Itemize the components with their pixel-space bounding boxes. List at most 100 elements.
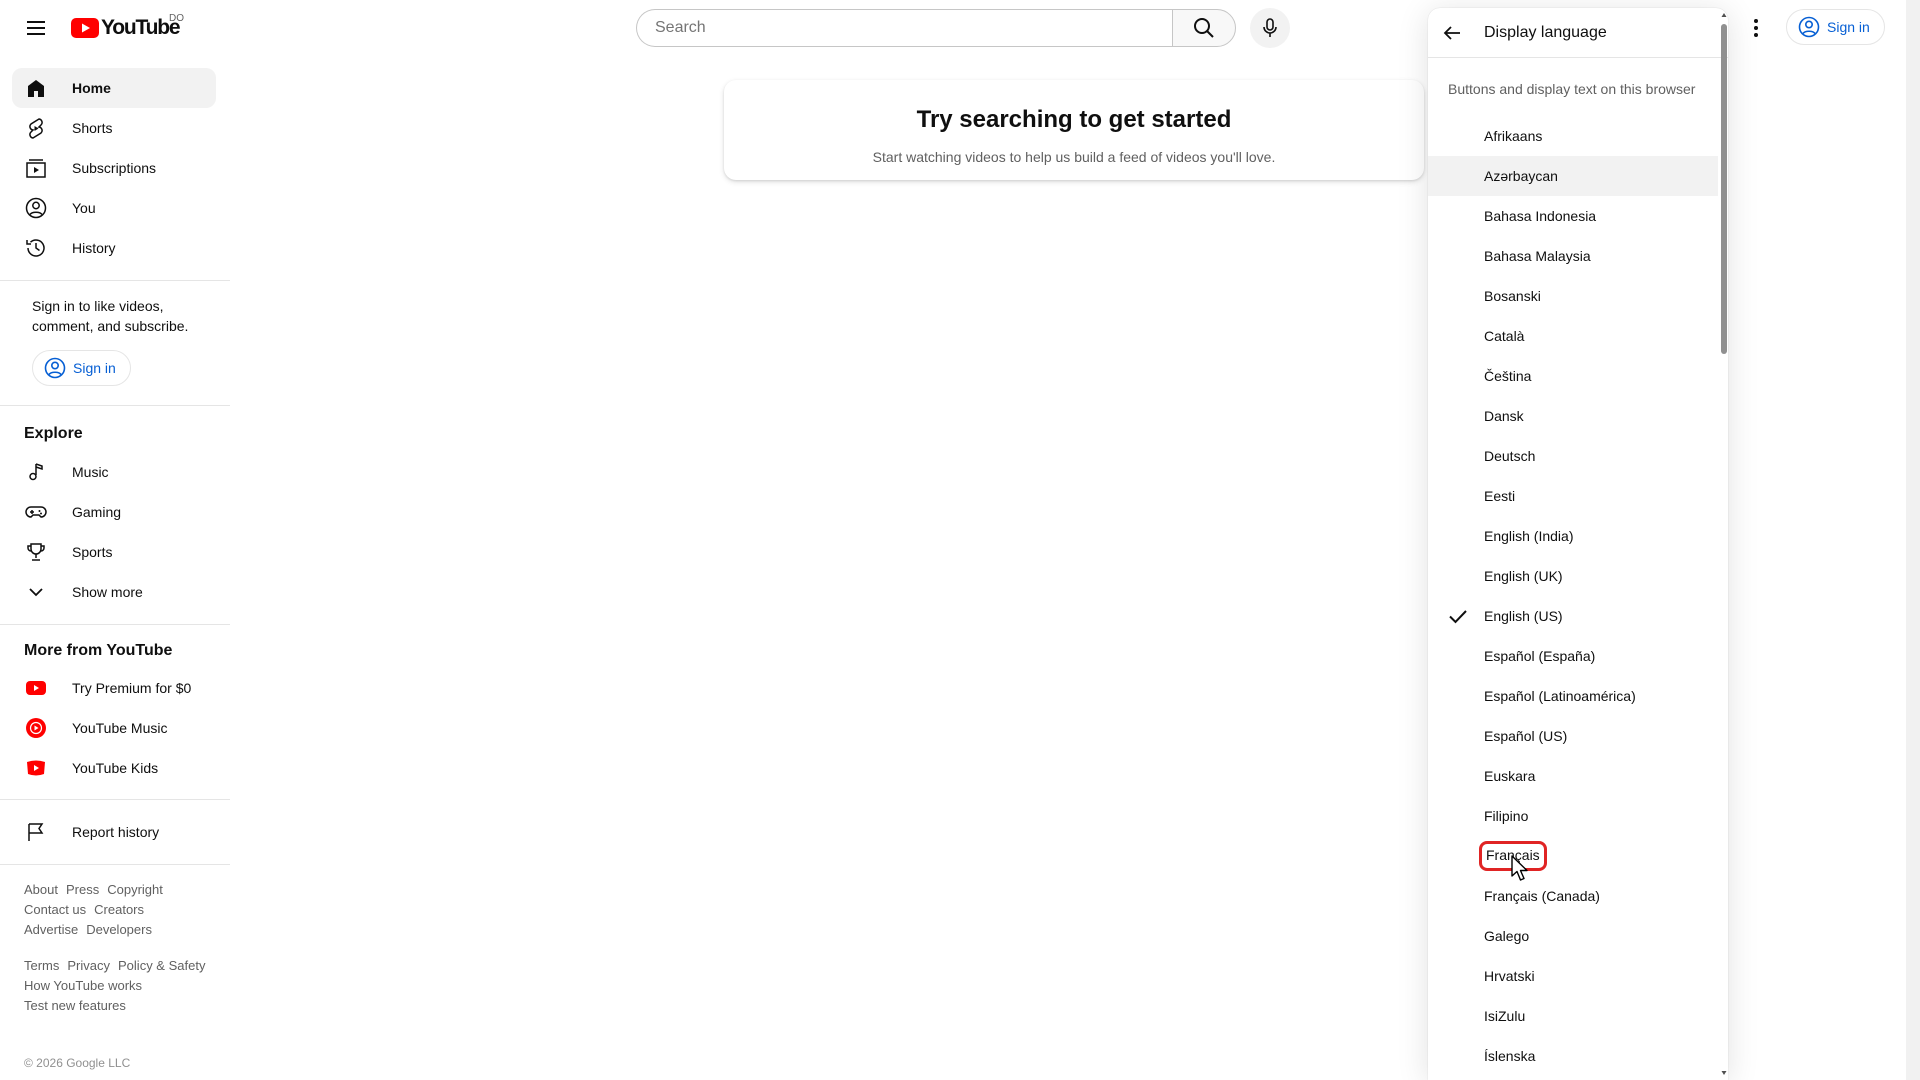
- footer-links-primary: About Press Copyright Contact us Creators Adv…: [24, 880, 214, 940]
- footer-link-policy-safety[interactable]: Policy & Safety: [118, 956, 205, 976]
- language-option[interactable]: Bosanski: [1428, 276, 1718, 316]
- search-button[interactable]: [1172, 9, 1236, 47]
- guide-item-premium[interactable]: Try Premium for $0: [12, 668, 216, 708]
- voice-search-button[interactable]: [1250, 8, 1290, 48]
- home-icon: [24, 76, 48, 100]
- sign-in-button[interactable]: Sign in: [1786, 9, 1885, 45]
- language-option[interactable]: Español (Latinoamérica): [1428, 676, 1718, 716]
- guide-item-label: History: [72, 240, 116, 256]
- search-input[interactable]: [653, 18, 1156, 38]
- guide-item-label: Sports: [72, 544, 113, 560]
- language-option[interactable]: Filipino: [1428, 796, 1718, 836]
- guide-item-label: Try Premium for $0: [72, 680, 192, 696]
- guide-item-label: Report history: [72, 824, 160, 840]
- language-option[interactable]: Deutsch: [1428, 436, 1718, 476]
- footer-link-privacy[interactable]: Privacy: [67, 956, 110, 976]
- guide-item-youtube-music[interactable]: YouTube Music: [12, 708, 216, 748]
- language-option[interactable]: Afrikaans: [1428, 116, 1718, 156]
- footer-link-developers[interactable]: Developers: [86, 920, 152, 940]
- gaming-icon: [24, 500, 48, 524]
- footer-link-test-new-features[interactable]: Test new features: [24, 996, 126, 1016]
- language-option[interactable]: Eesti: [1428, 476, 1718, 516]
- guide-item-you[interactable]: You: [12, 188, 216, 228]
- guide-sidebar: Home Shorts Subscriptions You History Si…: [0, 56, 230, 1080]
- footer-link-terms[interactable]: Terms: [24, 956, 59, 976]
- language-option[interactable]: Français: [1428, 836, 1718, 876]
- language-option-label: Íslenska: [1484, 1048, 1536, 1064]
- language-option[interactable]: Bahasa Indonesia: [1428, 196, 1718, 236]
- display-language-menu: Display language Buttons and display tex…: [1428, 8, 1728, 1080]
- language-option[interactable]: Galego: [1428, 916, 1718, 956]
- copyright-text: © 2026 Google LLC: [24, 1056, 131, 1070]
- language-option[interactable]: Català: [1428, 316, 1718, 356]
- youtube-play-icon: [71, 18, 99, 38]
- language-option-label: Deutsch: [1484, 448, 1536, 464]
- sign-in-label: Sign in: [1827, 19, 1870, 35]
- language-option[interactable]: Čeština: [1428, 356, 1718, 396]
- language-option-label: IsiZulu: [1484, 1008, 1526, 1024]
- language-option-label: Bahasa Indonesia: [1484, 208, 1597, 224]
- footer-link-about[interactable]: About: [24, 880, 58, 900]
- guide-item-report-history[interactable]: Report history: [12, 812, 216, 852]
- guide-item-home[interactable]: Home: [12, 68, 216, 108]
- language-option-label: Français (Canada): [1484, 888, 1600, 904]
- language-option-label: Español (Latinoamérica): [1484, 688, 1636, 704]
- language-option[interactable]: Íslenska: [1428, 1036, 1718, 1076]
- guide-item-subscriptions[interactable]: Subscriptions: [12, 148, 216, 188]
- guide-item-show-more[interactable]: Show more: [12, 572, 216, 612]
- youtube-logo[interactable]: YouTube: [71, 16, 181, 39]
- footer-link-copyright[interactable]: Copyright: [107, 880, 163, 900]
- language-option[interactable]: Español (España): [1428, 636, 1718, 676]
- language-option[interactable]: Euskara: [1428, 756, 1718, 796]
- language-option[interactable]: English (India): [1428, 516, 1718, 556]
- guide-item-youtube-kids[interactable]: YouTube Kids: [12, 748, 216, 788]
- language-option[interactable]: Français (Canada): [1428, 876, 1718, 916]
- language-option-label: Afrikaans: [1484, 128, 1543, 144]
- language-option[interactable]: Hrvatski: [1428, 956, 1718, 996]
- guide-item-label: Show more: [72, 584, 143, 600]
- language-option-label: English (US): [1484, 608, 1563, 624]
- sign-in-prompt: Sign in to like videos, comment, and sub…: [32, 298, 189, 334]
- logo-text: YouTube: [101, 16, 181, 39]
- page-scrollbar[interactable]: [1906, 0, 1920, 1080]
- guide-divider: [0, 624, 230, 625]
- guide-divider: [0, 280, 230, 281]
- microphone-icon: [1263, 18, 1277, 37]
- language-option-label: Euskara: [1484, 768, 1536, 784]
- language-option[interactable]: Español (US): [1428, 716, 1718, 756]
- sports-icon: [24, 540, 48, 564]
- chevron-down-icon: [24, 580, 48, 604]
- guide-item-sports[interactable]: Sports: [12, 532, 216, 572]
- language-option[interactable]: English (US): [1428, 596, 1718, 636]
- guide-item-label: YouTube Music: [72, 720, 168, 736]
- guide-item-music[interactable]: Music: [12, 452, 216, 492]
- language-option-label: Bahasa Malaysia: [1484, 248, 1591, 264]
- country-code: DO: [169, 13, 184, 24]
- guide-item-shorts[interactable]: Shorts: [12, 108, 216, 148]
- guide-item-history[interactable]: History: [12, 228, 216, 268]
- guide-item-gaming[interactable]: Gaming: [12, 492, 216, 532]
- hamburger-icon: [27, 21, 45, 35]
- guide-item-label: You: [72, 200, 96, 216]
- language-option[interactable]: Bahasa Malaysia: [1428, 236, 1718, 276]
- footer-link-how-youtube-works[interactable]: How YouTube works: [24, 976, 142, 996]
- guide-divider: [0, 864, 230, 865]
- language-menu-scroll-thumb[interactable]: [1721, 24, 1727, 354]
- language-option-label: Dansk: [1484, 408, 1524, 424]
- footer-link-press[interactable]: Press: [66, 880, 99, 900]
- back-button[interactable]: [1432, 13, 1472, 53]
- search-box: [636, 9, 1172, 47]
- language-option[interactable]: English (UK): [1428, 556, 1718, 596]
- menu-button[interactable]: [16, 8, 56, 48]
- language-option-label: Azərbaycan: [1484, 168, 1558, 184]
- footer-link-advertise[interactable]: Advertise: [24, 920, 78, 940]
- footer-link-contact[interactable]: Contact us: [24, 900, 86, 920]
- footer-link-creators[interactable]: Creators: [94, 900, 144, 920]
- language-option[interactable]: Azərbaycan: [1428, 156, 1718, 196]
- language-option[interactable]: IsiZulu: [1428, 996, 1718, 1036]
- settings-more-button[interactable]: [1736, 8, 1776, 48]
- language-option[interactable]: Dansk: [1428, 396, 1718, 436]
- arrow-back-icon: [1443, 25, 1460, 40]
- youtube-music-icon: [24, 716, 48, 740]
- guide-sign-in-button[interactable]: Sign in: [32, 350, 131, 386]
